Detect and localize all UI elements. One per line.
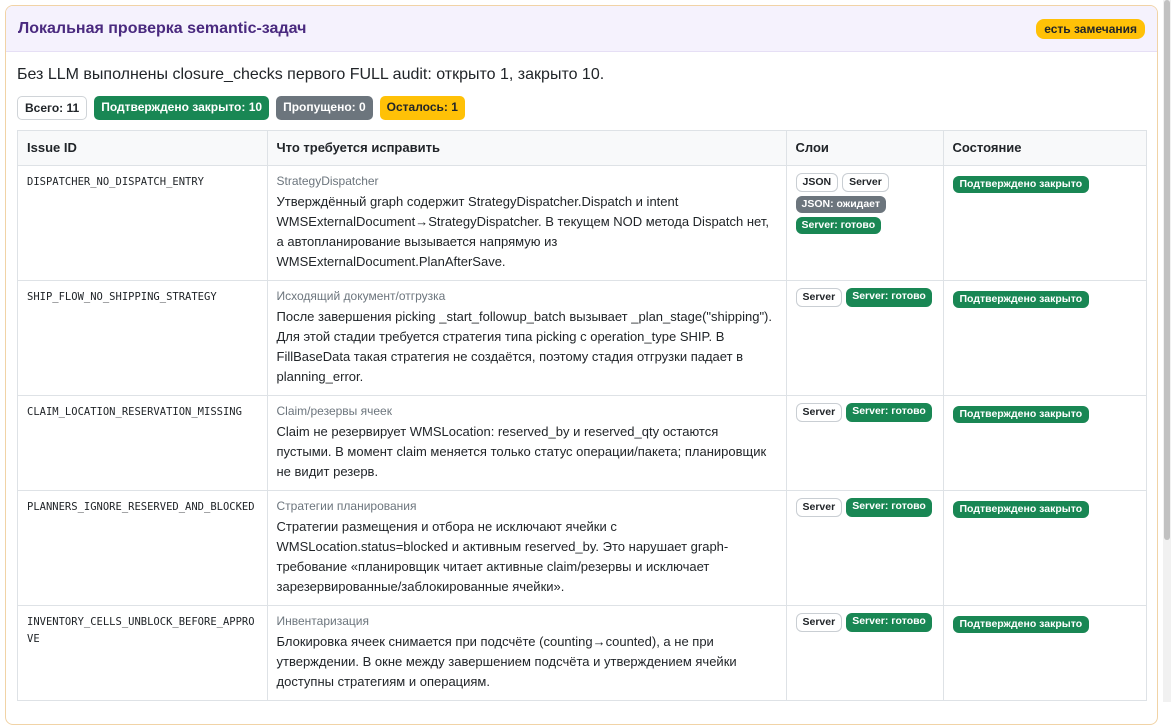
- stats-bar: Всего: 11 Подтверждено закрыто: 10 Пропу…: [17, 96, 465, 120]
- fix-cell: Инвентаризация Блокировка ячеек снимаетс…: [267, 605, 787, 701]
- issue-area: Claim/резервы ячеек: [276, 403, 392, 418]
- layer-chips: Server Server: готово: [795, 402, 934, 422]
- state-badge: Подтверждено закрыто: [952, 615, 1090, 633]
- issues-table: Issue ID Что требуется исправить Слои Со…: [18, 131, 1146, 701]
- issue-area: Исходящий документ/отгрузка: [276, 288, 446, 303]
- layer-chips: Server Server: готово: [795, 287, 934, 307]
- layer-status-server: Server: готово: [846, 497, 932, 517]
- layer-chip-server: Server: [795, 402, 843, 422]
- layers-cell: Server Server: готово: [786, 605, 944, 701]
- layer-chips: Server Server: готово: [795, 497, 934, 517]
- state-badge: Подтверждено закрыто: [952, 405, 1090, 423]
- fix-cell: StrategyDispatcher Утверждённый graph со…: [267, 165, 787, 281]
- layers-cell: JSON Server JSON: ожидает Server: готово: [786, 165, 944, 281]
- issue-id: DISPATCHER_NO_DISPATCH_ENTRY: [18, 165, 268, 281]
- layer-status-server: Server: готово: [846, 287, 932, 307]
- state-badge: Подтверждено закрыто: [952, 500, 1090, 518]
- issue-area: Стратегии планирования: [276, 498, 417, 513]
- issue-description: После завершения picking _start_followup…: [276, 308, 773, 384]
- fix-cell: Исходящий документ/отгрузка После заверш…: [267, 280, 787, 396]
- issue-description: Утверждённый graph содержит StrategyDisp…: [276, 193, 769, 269]
- scrollbar-thumb[interactable]: [1164, 0, 1170, 540]
- fix-cell: Стратегии планирования Стратегии размеще…: [267, 490, 787, 606]
- layer-status-server: Server: готово: [846, 402, 932, 422]
- table-row: PLANNERS_IGNORE_RESERVED_AND_BLOCKED Стр…: [18, 490, 1146, 606]
- layers-cell: Server Server: готово: [786, 280, 944, 396]
- state-cell: Подтверждено закрыто: [943, 395, 1146, 491]
- state-cell: Подтверждено закрыто: [943, 280, 1146, 396]
- stat-closed: Подтверждено закрыто: 10: [94, 96, 270, 120]
- issue-id: SHIP_FLOW_NO_SHIPPING_STRATEGY: [18, 280, 268, 396]
- header-fix: Что требуется исправить: [267, 131, 787, 166]
- layer-chip-server: Server: [795, 612, 843, 632]
- header-issue-id: Issue ID: [18, 131, 268, 166]
- header-state: Состояние: [943, 131, 1146, 166]
- state-badge: Подтверждено закрыто: [952, 290, 1090, 308]
- fix-cell: Claim/резервы ячеек Claim не резервирует…: [267, 395, 787, 491]
- issue-id: CLAIM_LOCATION_RESERVATION_MISSING: [18, 395, 268, 491]
- header-layers: Слои: [786, 131, 944, 166]
- page-scrollbar[interactable]: [1163, 0, 1171, 702]
- issue-id: PLANNERS_IGNORE_RESERVED_AND_BLOCKED: [18, 490, 268, 606]
- status-badge: есть замечания: [1036, 18, 1145, 39]
- summary-text: Без LLM выполнены closure_checks первого…: [17, 66, 605, 83]
- layer-chip-json: JSON: [795, 172, 839, 192]
- layer-chip-server: Server: [795, 287, 843, 307]
- layer-status-server: Server: готово: [795, 216, 882, 234]
- stat-left: Осталось: 1: [379, 96, 465, 120]
- table-row: DISPATCHER_NO_DISPATCH_ENTRY StrategyDis…: [18, 165, 1146, 281]
- issue-description: Claim не резервирует WMSLocation: reserv…: [276, 423, 767, 479]
- layer-chip-server: Server: [842, 172, 889, 192]
- layers-cell: Server Server: готово: [786, 490, 944, 606]
- state-cell: Подтверждено закрыто: [943, 490, 1146, 606]
- stat-skipped: Пропущено: 0: [276, 96, 373, 120]
- state-badge: Подтверждено закрыто: [952, 175, 1090, 193]
- table-row: SHIP_FLOW_NO_SHIPPING_STRATEGY Исходящий…: [18, 280, 1146, 396]
- table-row: CLAIM_LOCATION_RESERVATION_MISSING Claim…: [18, 395, 1146, 491]
- table-row: INVENTORY_CELLS_UNBLOCK_BEFORE_APPROVE И…: [18, 605, 1146, 701]
- table-header-row: Issue ID Что требуется исправить Слои Со…: [18, 131, 1146, 166]
- issue-area: Инвентаризация: [276, 613, 369, 628]
- card-title: Локальная проверка semantic-задач: [18, 19, 307, 37]
- semantic-check-card: Локальная проверка semantic-задач есть з…: [5, 5, 1158, 725]
- layers-cell: Server Server: готово: [786, 395, 944, 491]
- issue-id: INVENTORY_CELLS_UNBLOCK_BEFORE_APPROVE: [18, 605, 268, 701]
- state-cell: Подтверждено закрыто: [943, 165, 1146, 281]
- issue-description: Блокировка ячеек снимается при подсчёте …: [276, 633, 737, 689]
- issue-description: Стратегии размещения и отбора не исключа…: [276, 518, 729, 594]
- state-cell: Подтверждено закрыто: [943, 605, 1146, 701]
- layer-chip-server: Server: [795, 497, 843, 517]
- layer-chips: JSON Server JSON: ожидает Server: готово: [795, 172, 934, 234]
- stat-total: Всего: 11: [17, 96, 88, 120]
- layer-status-server: Server: готово: [846, 612, 932, 632]
- layer-status-json: JSON: ожидает: [795, 195, 887, 213]
- issue-area: StrategyDispatcher: [276, 173, 379, 188]
- card-header: Локальная проверка semantic-задач есть з…: [6, 6, 1157, 52]
- issues-table-wrap: Issue ID Что требуется исправить Слои Со…: [17, 130, 1147, 701]
- layer-chips: Server Server: готово: [795, 612, 934, 632]
